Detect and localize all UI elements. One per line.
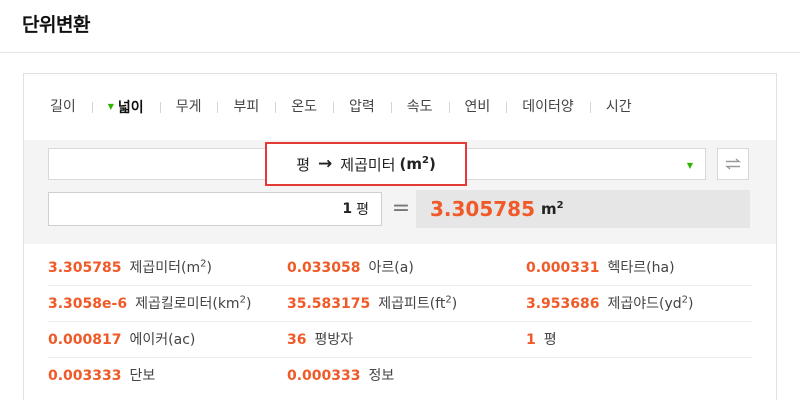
result-item-value: 3.305785 bbox=[48, 260, 122, 276]
tab-9[interactable]: 시간 bbox=[589, 97, 648, 117]
tab-label: 속도 bbox=[406, 99, 433, 115]
caret-down-icon[interactable]: ▼ bbox=[687, 161, 693, 170]
result-item[interactable]: 0.003333 단보 bbox=[48, 358, 155, 394]
equals-sign: = bbox=[391, 196, 411, 221]
tab-label: 넓이 bbox=[117, 100, 144, 116]
result-item-value: 3.3058e-6 bbox=[48, 296, 128, 312]
result-item[interactable]: 0.000331 헥타르(ha) bbox=[526, 250, 675, 286]
tab-7[interactable]: 연비 bbox=[448, 97, 507, 117]
triangle-down-icon: ▼ bbox=[107, 102, 114, 111]
result-item-value: 0.000817 bbox=[48, 332, 122, 348]
result-item-value: 0.003333 bbox=[48, 368, 122, 384]
result-item-unit: 정보 bbox=[368, 368, 395, 384]
results-row: 0.000817 에이커(ac) 36 평방자 1 평 bbox=[48, 322, 752, 358]
input-unit: 평 bbox=[356, 202, 369, 218]
conversion-results: 3.305785 제곱미터(m2) 0.033058 아르(a) 0.000331 헥타르… bbox=[24, 250, 776, 394]
result-item-unit: 에이커(ac) bbox=[129, 332, 196, 348]
unit-selection-highlight[interactable]: 평 → 제곱미터 (m2) bbox=[265, 142, 467, 186]
result-item-value: 1 bbox=[526, 332, 536, 348]
result-item[interactable]: 3.305785 제곱미터(m2) bbox=[48, 250, 212, 286]
tab-2[interactable]: 무게 bbox=[159, 97, 218, 117]
result-item-unit: 제곱야드(yd2) bbox=[607, 294, 694, 312]
category-tabs: 길이 ▼ 넓이 무게 부피 온도 압력 속도 연비 데이터양 시간 bbox=[24, 74, 776, 140]
result-item-unit: 제곱미터(m2) bbox=[129, 258, 212, 276]
tab-3[interactable]: 부피 bbox=[217, 97, 275, 117]
tab-1[interactable]: ▼ 넓이 bbox=[91, 97, 160, 117]
result-item-unit: 헥타르(ha) bbox=[607, 260, 675, 276]
tab-label: 온도 bbox=[291, 99, 317, 115]
amount-input[interactable]: 1 평 bbox=[48, 192, 382, 226]
swap-arrows-icon[interactable] bbox=[725, 158, 741, 170]
result-item-value: 0.000333 bbox=[287, 368, 361, 384]
input-value: 1 bbox=[342, 201, 353, 217]
result-item-unit: 평방자 bbox=[314, 332, 354, 348]
tab-label: 압력 bbox=[348, 99, 375, 115]
result-item[interactable]: 0.000817 에이커(ac) bbox=[48, 322, 195, 358]
results-row: 3.3058e-6 제곱킬로미터(km2) 35.583175 제곱피트(ft2) 3.… bbox=[48, 286, 752, 322]
page-title: 단위변환 bbox=[22, 14, 90, 36]
tab-6[interactable]: 속도 bbox=[390, 97, 449, 117]
result-item-value: 0.000331 bbox=[526, 260, 600, 276]
result-item-unit: 제곱피트(ft2) bbox=[378, 294, 458, 312]
results-row: 0.003333 단보 0.000333 정보 bbox=[48, 358, 752, 394]
to-unit-symbol: (m2) bbox=[399, 155, 436, 173]
result-item[interactable]: 35.583175 제곱피트(ft2) bbox=[287, 286, 457, 322]
result-item[interactable]: 0.000333 정보 bbox=[287, 358, 394, 394]
result-item-value: 3.953686 bbox=[526, 296, 600, 312]
to-unit-label: 제곱미터 bbox=[340, 155, 396, 174]
unit-converter-card: 길이 ▼ 넓이 무게 부피 온도 압력 속도 연비 데이터양 시간 ▼ 평 → 제곱미터 (m2) … bbox=[23, 73, 777, 400]
tab-4[interactable]: 온도 bbox=[275, 97, 333, 117]
tab-0[interactable]: 길이 bbox=[42, 97, 92, 117]
converter-panel: ▼ 평 → 제곱미터 (m2) 1 평 = 3.305785 m2 bbox=[24, 140, 776, 244]
result-item[interactable]: 36 평방자 bbox=[287, 322, 353, 358]
result-item[interactable]: 0.033058 아르(a) bbox=[287, 250, 414, 286]
tab-label: 시간 bbox=[605, 99, 632, 115]
result-item-value: 35.583175 bbox=[287, 296, 371, 312]
result-unit: m2 bbox=[541, 200, 564, 218]
from-unit-label: 평 bbox=[296, 155, 311, 174]
tab-label: 길이 bbox=[50, 99, 76, 115]
title-divider bbox=[0, 52, 800, 53]
arrow-right-icon: → bbox=[318, 154, 333, 174]
result-item-value: 36 bbox=[287, 332, 307, 348]
swap-units-button[interactable] bbox=[717, 148, 749, 180]
tab-label: 무게 bbox=[175, 99, 202, 115]
result-item[interactable]: 1평 bbox=[526, 322, 557, 358]
result-output: 3.305785 m2 bbox=[416, 190, 750, 228]
result-item-value: 0.033058 bbox=[287, 260, 361, 276]
result-item-unit: 단보 bbox=[129, 368, 156, 384]
tab-label: 연비 bbox=[464, 99, 491, 115]
result-item[interactable]: 3.953686 제곱야드(yd2) bbox=[526, 286, 694, 322]
result-value: 3.305785 bbox=[430, 197, 536, 221]
result-item-unit: 제곱킬로미터(km2) bbox=[135, 294, 252, 312]
tab-label: 부피 bbox=[233, 99, 260, 115]
tab-8[interactable]: 데이터양 bbox=[506, 97, 590, 117]
tab-5[interactable]: 압력 bbox=[332, 97, 391, 117]
results-row: 3.305785 제곱미터(m2) 0.033058 아르(a) 0.000331 헥타르… bbox=[48, 250, 752, 286]
result-item-unit: 아르(a) bbox=[368, 260, 414, 276]
result-item-unit: 평 bbox=[543, 332, 557, 348]
result-item[interactable]: 3.3058e-6 제곱킬로미터(km2) bbox=[48, 286, 251, 322]
tab-label: 데이터양 bbox=[522, 99, 574, 115]
